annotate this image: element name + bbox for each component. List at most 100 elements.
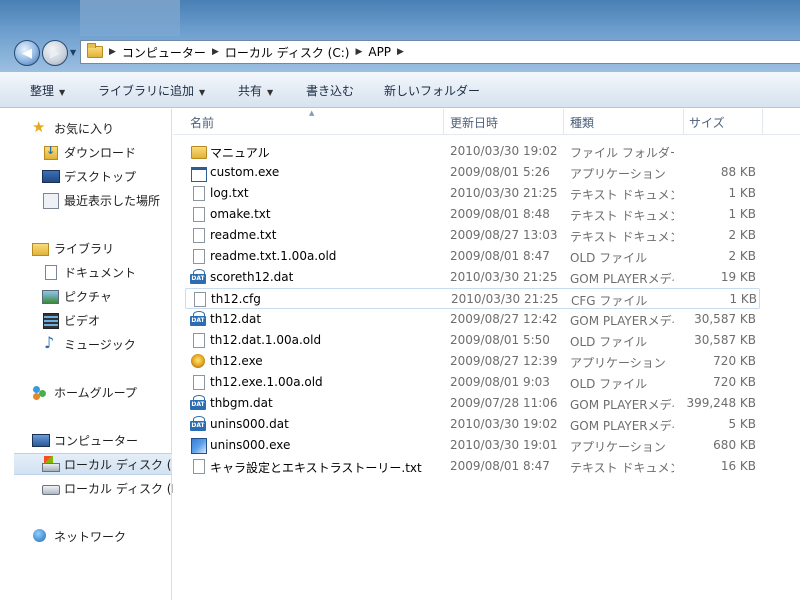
file-type: OLD ファイル: [570, 251, 648, 265]
file-type: アプリケーション: [570, 440, 666, 454]
column-divider[interactable]: [762, 109, 763, 135]
file-type: テキスト ドキュメント: [570, 461, 674, 475]
file-row[interactable]: th12.exe.1.00a.old 2009/08/01 9:03 OLD ファイ…: [185, 372, 760, 393]
libraries-icon: [32, 240, 49, 256]
star-icon: [32, 118, 48, 136]
breadcrumb-computer[interactable]: コンピューター: [122, 44, 206, 61]
forward-button[interactable]: ▶: [42, 40, 68, 66]
nav-label: ダウンロード: [64, 145, 137, 160]
file-row[interactable]: unins000.exe 2010/03/30 19:01 アプリケーション 680 …: [185, 435, 760, 456]
file-row[interactable]: readme.txt 2009/08/27 13:03 テキスト ドキュメント 2 K…: [185, 225, 760, 246]
file-date: 2009/07/28 11:06: [450, 396, 558, 410]
nav-label: ドキュメント: [64, 265, 137, 280]
file-type: OLD ファイル: [570, 335, 648, 349]
nav-label: ネットワーク: [54, 529, 127, 544]
file-row[interactable]: unins000.dat 2010/03/30 19:02 GOM PLAYERメデ…: [185, 414, 760, 435]
file-date: 2010/03/30 19:01: [450, 438, 558, 452]
file-list: ▲ 名前 更新日時 種類 サイズ マニュアル 2010/03/30 19:02 ファ…: [173, 109, 800, 600]
file-date: 2010/03/30 21:25: [450, 270, 558, 284]
game-exe-icon: [190, 353, 206, 369]
nav-label: ミュージック: [64, 337, 136, 352]
file-date: 2009/08/01 8:48: [450, 207, 550, 221]
breadcrumb-local-disk[interactable]: ローカル ディスク (C:): [225, 44, 350, 61]
file-name: scoreth12.dat: [210, 270, 294, 284]
file-name: unins000.exe: [210, 438, 291, 452]
file-name: custom.exe: [210, 165, 280, 179]
file-type: テキスト ドキュメント: [570, 188, 674, 202]
file-row[interactable]: マニュアル 2010/03/30 19:02 ファイル フォルダー: [185, 141, 760, 162]
breadcrumb-app[interactable]: APP: [368, 45, 391, 59]
file-date: 2009/08/27 12:39: [450, 354, 558, 368]
column-divider[interactable]: [563, 109, 564, 135]
column-date[interactable]: 更新日時: [450, 114, 498, 131]
folder-icon: [87, 43, 103, 58]
file-row[interactable]: thbgm.dat 2009/07/28 11:06 GOM PLAYERメディアフ…: [185, 393, 760, 414]
nav-label: 最近表示した場所: [64, 193, 161, 208]
file-row[interactable]: キャラ設定とエキストラストーリー.txt 2009/08/01 8:47 テキスト …: [185, 456, 760, 477]
file-row[interactable]: log.txt 2010/03/30 21:25 テキスト ドキュメント 1 KB: [185, 183, 760, 204]
file-type: テキスト ドキュメント: [570, 230, 674, 244]
text-file-icon: [190, 185, 206, 201]
file-date: 2009/08/01 5:26: [450, 165, 550, 179]
file-type: GOM PLAYERメディアファイル: [570, 398, 674, 412]
back-button[interactable]: ◀: [14, 40, 40, 66]
column-name[interactable]: 名前: [190, 114, 214, 131]
file-name: thbgm.dat: [210, 396, 273, 410]
nav-label: ピクチャ: [64, 289, 112, 304]
text-file-icon: [190, 227, 206, 243]
file-row[interactable]: th12.exe 2009/08/27 12:39 アプリケーション 720 KB: [185, 351, 760, 372]
title-glass: [80, 0, 180, 36]
chevron-right-icon[interactable]: ▶: [212, 47, 219, 57]
file-name: マニュアル: [210, 146, 270, 160]
file-date: 2009/08/27 12:42: [450, 312, 558, 326]
share-button[interactable]: 共有 ▼: [238, 82, 273, 99]
file-date: 2010/03/30 19:02: [450, 417, 558, 431]
column-type[interactable]: 種類: [570, 114, 594, 131]
nav-label: コンピューター: [54, 433, 139, 448]
add-library-label: ライブラリに追加: [98, 84, 195, 98]
new-folder-button[interactable]: 新しいフォルダー: [384, 82, 480, 99]
column-size[interactable]: サイズ: [689, 114, 725, 131]
chevron-right-icon[interactable]: ▶: [397, 47, 404, 57]
computer-icon: [32, 432, 50, 448]
file-name: th12.dat: [210, 312, 262, 326]
file-row[interactable]: th12.dat.1.00a.old 2009/08/01 5:50 OLD ファイ…: [185, 330, 760, 351]
burn-button[interactable]: 書き込む: [306, 82, 354, 99]
file-type: CFG ファイル: [571, 294, 648, 308]
file-name: th12.dat.1.00a.old: [210, 333, 322, 347]
file-row[interactable]: th12.cfg 2010/03/30 21:25 CFG ファイル 1 KB: [185, 288, 760, 309]
file-row[interactable]: custom.exe 2009/08/01 5:26 アプリケーション 88 KB: [185, 162, 760, 183]
file-date: 2009/08/01 9:03: [450, 375, 550, 389]
organize-button[interactable]: 整理 ▼: [30, 82, 65, 99]
chevron-right-icon[interactable]: ▶: [109, 47, 116, 57]
pictures-icon: [42, 288, 59, 304]
file-type: GOM PLAYERメディアファイル: [570, 314, 674, 328]
file-size: 30,587 KB: [694, 333, 756, 347]
documents-icon: [42, 264, 58, 280]
nav-label: デスクトップ: [64, 169, 137, 184]
desktop-icon: [42, 168, 60, 184]
column-divider[interactable]: [443, 109, 444, 135]
file-row[interactable]: th12.dat 2009/08/27 12:42 GOM PLAYERメディアファ…: [185, 309, 760, 330]
file-date: 2009/08/01 8:47: [450, 249, 550, 263]
file-date: 2010/03/30 19:02: [450, 144, 558, 158]
recent-pages-dropdown[interactable]: ▼: [70, 48, 76, 57]
nav-local-disk-c[interactable]: ローカル ディスク (C:): [14, 453, 172, 475]
file-size: 720 KB: [713, 354, 756, 368]
file-row[interactable]: omake.txt 2009/08/01 8:48 テキスト ドキュメント 1 KB: [185, 204, 760, 225]
chevron-down-icon: ▼: [59, 88, 66, 97]
file-name: th12.exe: [210, 354, 263, 368]
file-type: アプリケーション: [570, 167, 666, 181]
column-divider[interactable]: [683, 109, 684, 135]
file-type: GOM PLAYERメディアファイル: [570, 419, 674, 433]
nav-label: ローカル ディスク (D:): [64, 481, 190, 496]
chevron-right-icon[interactable]: ▶: [355, 47, 362, 57]
music-icon: [42, 333, 58, 352]
file-row[interactable]: readme.txt.1.00a.old 2009/08/01 8:47 OLD フ…: [185, 246, 760, 267]
text-file-icon: [190, 458, 206, 474]
add-to-library-button[interactable]: ライブラリに追加 ▼: [98, 82, 205, 99]
file-row[interactable]: scoreth12.dat 2010/03/30 21:25 GOM PLAYERメ…: [185, 267, 760, 288]
file-name: readme.txt: [210, 228, 277, 242]
file-size: 680 KB: [713, 438, 756, 452]
address-bar[interactable]: ▶ コンピューター ▶ ローカル ディスク (C:) ▶ APP ▶: [80, 40, 800, 64]
